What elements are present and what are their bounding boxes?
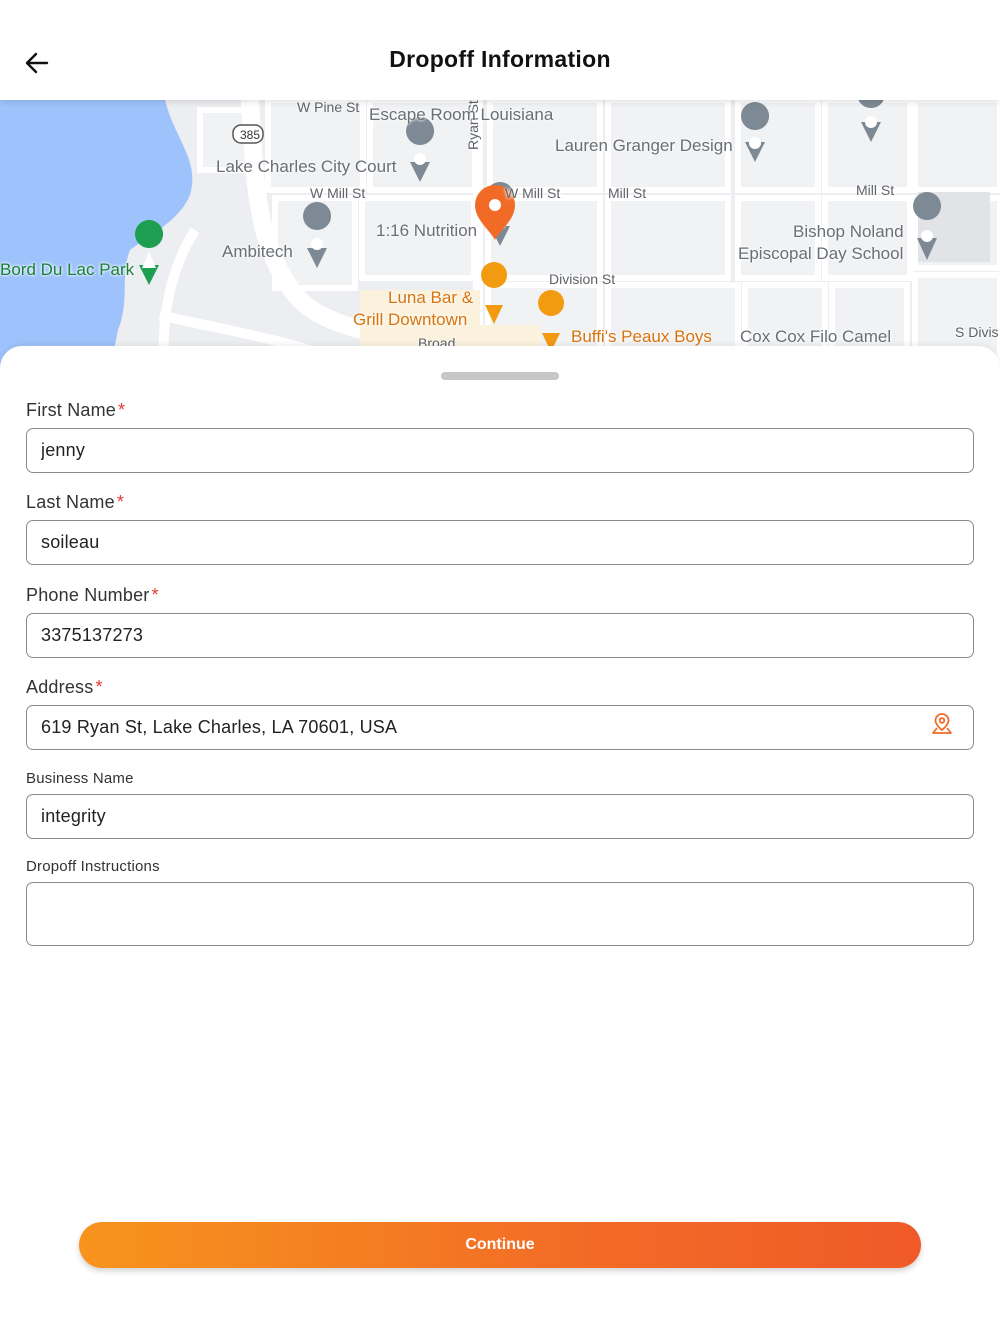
required-marker: * [95,677,103,697]
first-name-label: First Name * [26,400,126,420]
continue-button[interactable]: Continue [79,1222,921,1268]
poi-escape-room[interactable]: Escape Room Louisiana [369,106,553,123]
street-w-pine: W Pine St [297,100,360,115]
street-mill-2: Mill St [856,182,895,198]
phone-number-input[interactable] [26,613,974,658]
poi-bord-du-lac-park[interactable]: Bord Du Lac Park [0,261,134,278]
street-mill-1: Mill St [608,185,647,201]
poi-luna-bar-line2[interactable]: Grill Downtown [353,309,467,331]
poi-nutrition[interactable]: 1:16 Nutrition [376,222,477,239]
street-s-divis: S Divis [955,324,999,340]
poi-cox-cox[interactable]: Cox Cox Filo Camel [740,328,891,345]
address-input[interactable] [26,705,974,750]
business-name-label: Business Name [26,770,134,787]
poi-bishop-noland-line2[interactable]: Episcopal Day School [738,245,903,262]
map-pin-icon[interactable] [930,712,954,736]
first-name-input[interactable] [26,428,974,473]
page-title: Dropoff Information [389,46,611,72]
app-header: Dropoff Information [0,0,1000,100]
form-sheet [0,346,1000,1334]
sheet-drag-handle[interactable] [441,372,559,380]
poi-ambitech[interactable]: Ambitech [222,243,293,260]
highway-385-label: 385 [240,128,261,142]
address-label: Address * [26,677,103,697]
required-marker: * [116,492,125,512]
last-name-input[interactable] [26,520,974,565]
dropoff-instructions-input[interactable] [26,882,974,946]
phone-number-label: Phone Number * [26,585,159,605]
street-w-mill-1: W Mill St [310,185,366,201]
map-view[interactable]: 385 W Pine St W Mill St W Mill St Mill S… [0,100,1000,370]
required-marker: * [118,400,126,420]
required-marker: * [151,585,159,605]
street-w-mill-2: W Mill St [505,185,561,201]
street-division: Division St [549,271,616,287]
business-name-input[interactable] [26,794,974,839]
poi-lauren-granger[interactable]: Lauren Granger Design [555,137,733,154]
poi-luna-bar-line1[interactable]: Luna Bar & [388,287,473,309]
dropoff-instructions-label: Dropoff Instructions [26,858,160,875]
last-name-label: Last Name * [26,492,125,512]
poi-bishop-noland-line1[interactable]: Bishop Noland [793,223,904,240]
poi-city-court[interactable]: Lake Charles City Court [216,158,396,175]
poi-buffis[interactable]: Buffi's Peaux Boys [571,326,712,348]
